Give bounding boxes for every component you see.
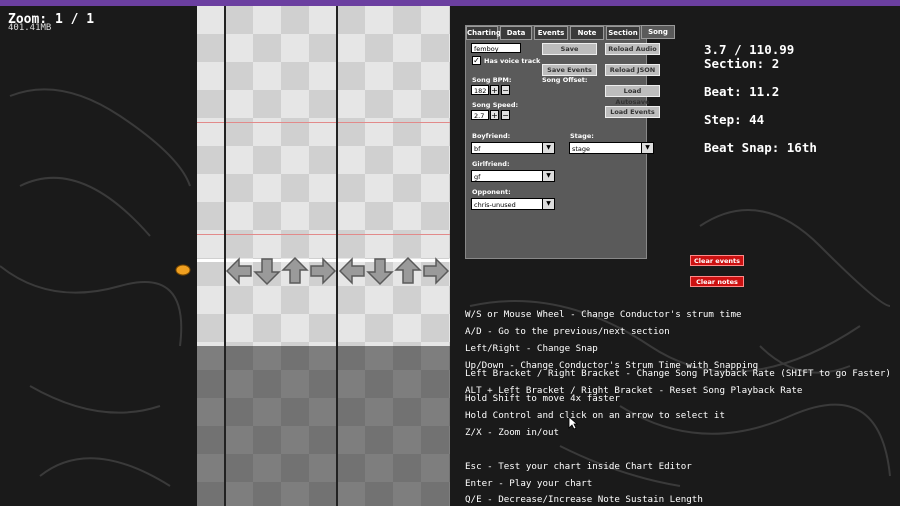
- tab-events[interactable]: Events: [534, 26, 568, 40]
- right-arrow-icon: [310, 257, 337, 285]
- chevron-down-icon: ▼: [542, 171, 554, 181]
- tab-data[interactable]: Data: [500, 26, 532, 40]
- reload-json-button[interactable]: Reload JSON: [605, 64, 660, 76]
- bpm-decrease-button[interactable]: −: [501, 85, 510, 95]
- clear-notes-button[interactable]: Clear notes: [690, 276, 744, 287]
- song-name-input[interactable]: femboy: [471, 43, 521, 53]
- beat-readout: Beat: 11.2: [704, 84, 780, 99]
- song-bpm-input[interactable]: 182: [471, 85, 489, 95]
- reload-audio-button[interactable]: Reload Audio: [605, 43, 660, 55]
- strum-arrows: [225, 256, 450, 290]
- girlfriend-dropdown[interactable]: gf ▼: [471, 170, 555, 182]
- boyfriend-value: bf: [474, 145, 481, 153]
- clear-events-button[interactable]: Clear events: [690, 255, 744, 266]
- load-autosave-button[interactable]: Load Autosave: [605, 85, 660, 106]
- save-events-button[interactable]: Save Events: [542, 64, 597, 76]
- right-arrow-icon: [423, 257, 450, 285]
- opponent-label: Opponent:: [472, 188, 511, 196]
- opponent-dropdown[interactable]: chris-unused ▼: [471, 198, 555, 210]
- section-line: [197, 122, 450, 123]
- boyfriend-label: Boyfriend:: [472, 132, 511, 140]
- speed-increase-button[interactable]: +: [490, 110, 499, 120]
- section-line: [197, 234, 450, 235]
- background-sketch: [0, 88, 891, 487]
- opponent-value: chris-unused: [474, 201, 516, 209]
- help-line: Left/Right - Change Snap: [465, 343, 598, 354]
- memory-readout: 401.41MB: [8, 23, 52, 33]
- chevron-down-icon: ▼: [542, 199, 554, 209]
- help-line: Hold Control and click on an arrow to se…: [465, 410, 725, 421]
- tab-section[interactable]: Section: [606, 26, 640, 40]
- left-arrow-icon: [338, 257, 365, 285]
- chevron-down-icon: ▼: [641, 143, 653, 153]
- left-arrow-icon: [225, 257, 252, 285]
- help-line: Enter - Play your chart: [465, 478, 593, 489]
- save-button[interactable]: Save: [542, 43, 597, 55]
- next-section-dim: [197, 346, 450, 506]
- bpm-increase-button[interactable]: +: [490, 85, 499, 95]
- stage-value: stage: [572, 145, 591, 153]
- stage-label: Stage:: [570, 132, 594, 140]
- girlfriend-value: gf: [474, 173, 481, 181]
- voice-track-label: Has voice track: [484, 57, 541, 65]
- girlfriend-label: Girlfriend:: [472, 160, 510, 168]
- song-offset-label: Song Offset:: [542, 76, 588, 84]
- section-readout: Section: 2: [704, 56, 780, 71]
- song-speed-input[interactable]: 2.7: [471, 110, 489, 120]
- down-arrow-icon: [366, 258, 394, 286]
- beat-snap-readout: Beat Snap: 16th: [704, 140, 817, 155]
- down-arrow-icon: [253, 258, 281, 286]
- up-arrow-icon: [281, 256, 309, 284]
- voice-track-checkbox[interactable]: ✓: [472, 56, 481, 65]
- load-events-button[interactable]: Load Events: [605, 106, 660, 118]
- event-marker-icon: [175, 264, 191, 276]
- stage-dropdown[interactable]: stage ▼: [569, 142, 654, 154]
- song-time-readout: 3.7 / 110.99: [704, 42, 795, 57]
- help-line: Hold Shift to move 4x faster: [465, 393, 620, 404]
- song-bpm-label: Song BPM:: [472, 76, 512, 84]
- chevron-down-icon: ▼: [542, 143, 554, 153]
- tab-song[interactable]: Song: [641, 25, 675, 39]
- tab-charting[interactable]: Charting: [466, 26, 501, 40]
- help-line: Esc - Test your chart inside Chart Edito…: [465, 461, 692, 472]
- help-line: Z/X - Zoom in/out: [465, 427, 560, 438]
- song-speed-label: Song Speed:: [472, 101, 519, 109]
- up-arrow-icon: [394, 256, 422, 284]
- help-line: W/S or Mouse Wheel - Change Conductor's …: [465, 309, 742, 320]
- help-line: Left Bracket / Right Bracket - Change So…: [465, 368, 891, 379]
- help-line: A/D - Go to the previous/next section: [465, 326, 670, 337]
- tab-note[interactable]: Note: [570, 26, 604, 40]
- mouse-cursor-icon: [568, 416, 578, 430]
- help-line: Q/E - Decrease/Increase Note Sustain Len…: [465, 494, 703, 505]
- boyfriend-dropdown[interactable]: bf ▼: [471, 142, 555, 154]
- step-readout: Step: 44: [704, 112, 765, 127]
- speed-decrease-button[interactable]: −: [501, 110, 510, 120]
